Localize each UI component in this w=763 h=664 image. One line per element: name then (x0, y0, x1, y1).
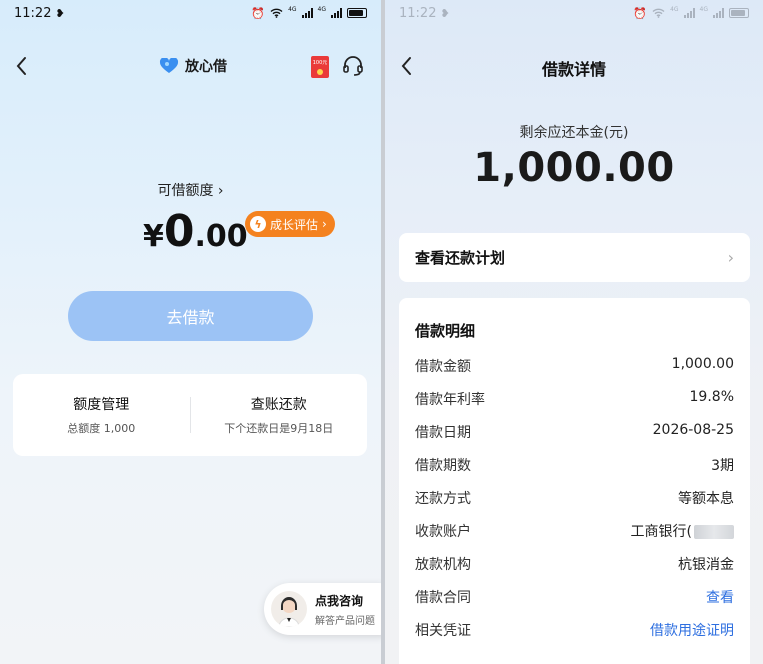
detail-row-voucher: 相关凭证 借款用途证明 (415, 620, 734, 640)
detail-value: 杭银消金 (678, 557, 734, 573)
detail-value: 工商银行( (630, 524, 692, 540)
signal-1-label: 4G (670, 5, 679, 13)
alarm-icon: ⏰ (251, 6, 266, 20)
detail-row-contract: 借款合同 查看 (415, 587, 734, 607)
brand-name: 放心借 (185, 59, 227, 75)
status-time: 11:22 (399, 5, 437, 21)
amount-integer: 0 (163, 206, 195, 257)
detail-key: 借款年利率 (415, 392, 485, 408)
detail-value: 1,000.00 (671, 356, 734, 372)
borrow-button[interactable]: 去借款 (68, 291, 313, 341)
signal-1-icon (683, 8, 695, 18)
loan-details-card: 借款明细 借款金额 1,000.00 借款年利率 19.8% 借款日期 2026… (399, 298, 750, 664)
brand-logo: 放心借 (159, 56, 227, 76)
signal-1-icon (301, 8, 313, 18)
agent-avatar-icon (278, 597, 300, 627)
bill-repayment-sub: 下个还款日是9月18日 (224, 422, 334, 435)
agent-avatar (271, 591, 307, 627)
status-bar: 11:22 ❥ ⏰ 4G 4G (385, 0, 763, 26)
signal-2-label: 4G (317, 5, 326, 13)
bill-repayment-item[interactable]: 查账还款 下个还款日是9月18日 (191, 394, 368, 436)
detail-key: 借款期数 (415, 458, 471, 474)
growth-assessment-badge[interactable]: ϟ 成长评估 › (245, 211, 335, 237)
detail-key: 还款方式 (415, 491, 471, 507)
consult-title: 点我咨询 (315, 593, 364, 608)
available-credit-text: 可借额度 (157, 183, 214, 199)
red-packet-icon[interactable]: 100元 (311, 56, 329, 78)
red-packet-label: 100元 (312, 60, 328, 66)
available-amount: ¥ 0 .00 (143, 206, 248, 257)
credit-management-item[interactable]: 额度管理 总额度 1,000 (13, 394, 190, 436)
vpn-heart-icon: ❥ (440, 6, 450, 20)
loan-details-title: 借款明细 (415, 322, 476, 340)
detail-value: 等额本息 (678, 491, 734, 507)
consult-sub: 解答产品问题 (315, 615, 375, 627)
quick-actions-card: 额度管理 总额度 1,000 查账还款 下个还款日是9月18日 (13, 374, 367, 456)
view-contract-link[interactable]: 查看 (706, 587, 734, 607)
signal-2-icon (331, 8, 342, 18)
detail-row-amount: 借款金额 1,000.00 (415, 356, 734, 376)
credit-management-sub: 总额度 1,000 (67, 422, 136, 435)
detail-key: 收款账户 (415, 524, 471, 540)
repayment-plan-row[interactable]: 查看还款计划 › (399, 233, 750, 282)
detail-row-account: 收款账户 工商银行( (415, 521, 734, 541)
bill-repayment-title: 查账还款 (250, 397, 307, 413)
detail-row-method: 还款方式 等额本息 (415, 488, 734, 508)
repayment-plan-label: 查看还款计划 (415, 249, 506, 267)
detail-value: 19.8% (689, 389, 734, 405)
detail-key: 借款日期 (415, 425, 471, 441)
loan-purpose-proof-link[interactable]: 借款用途证明 (650, 620, 734, 640)
detail-key: 相关凭证 (415, 623, 471, 639)
wifi-icon (652, 8, 665, 18)
battery-icon (347, 8, 367, 18)
remaining-principal-label: 剩余应还本金(元) (519, 125, 629, 141)
growth-assessment-label: 成长评估 (270, 217, 319, 232)
detail-value-account: 工商银行( (631, 521, 734, 541)
detail-value: 2026-08-25 (652, 422, 734, 438)
chevron-right-icon: › (727, 248, 734, 267)
available-credit-label[interactable]: 可借额度 › (0, 180, 381, 200)
detail-value: 3期 (711, 458, 734, 474)
page-title: 借款详情 (541, 60, 606, 79)
customer-service-headset-icon[interactable] (342, 55, 364, 77)
signal-2-icon (713, 8, 724, 18)
bolt-icon: ϟ (250, 216, 266, 232)
back-arrow-icon[interactable] (12, 54, 32, 78)
battery-icon (729, 8, 749, 18)
loan-detail-screen: 11:22 ❥ ⏰ 4G 4G 借款详情 剩余应还本金(元) 1,000.00 … (385, 0, 763, 664)
signal-2-label: 4G (699, 5, 708, 13)
alarm-icon: ⏰ (633, 6, 648, 20)
masked-account-number (694, 525, 734, 539)
detail-key: 借款合同 (415, 590, 471, 606)
wifi-icon (270, 8, 283, 18)
detail-row-terms: 借款期数 3期 (415, 455, 734, 475)
chevron-right-icon: › (217, 183, 224, 199)
chevron-right-icon: › (322, 217, 327, 231)
status-time: 11:22 (14, 5, 52, 21)
brand-heart-icon (159, 58, 179, 73)
amount-decimal: .00 (194, 219, 248, 254)
signal-1-label: 4G (288, 5, 297, 13)
consult-floating-button[interactable]: 点我咨询 解答产品问题 (264, 583, 381, 635)
currency-symbol: ¥ (143, 219, 164, 254)
status-bar: 11:22 ❥ ⏰ 4G 4G (0, 0, 381, 26)
vpn-heart-icon: ❥ (55, 6, 65, 20)
detail-row-lender: 放款机构 杭银消金 (415, 554, 734, 574)
detail-row-rate: 借款年利率 19.8% (415, 389, 734, 409)
detail-key: 借款金额 (415, 359, 471, 375)
header: 放心借 100元 (0, 48, 381, 84)
remaining-principal-amount: 1,000.00 (473, 145, 675, 191)
detail-row-date: 借款日期 2026-08-25 (415, 422, 734, 442)
detail-key: 放款机构 (415, 557, 471, 573)
loan-home-screen: 11:22 ❥ ⏰ 4G 4G 放心借 100元 可借额度 › ¥ 0 .00 … (0, 0, 381, 664)
credit-management-title: 额度管理 (73, 397, 130, 413)
